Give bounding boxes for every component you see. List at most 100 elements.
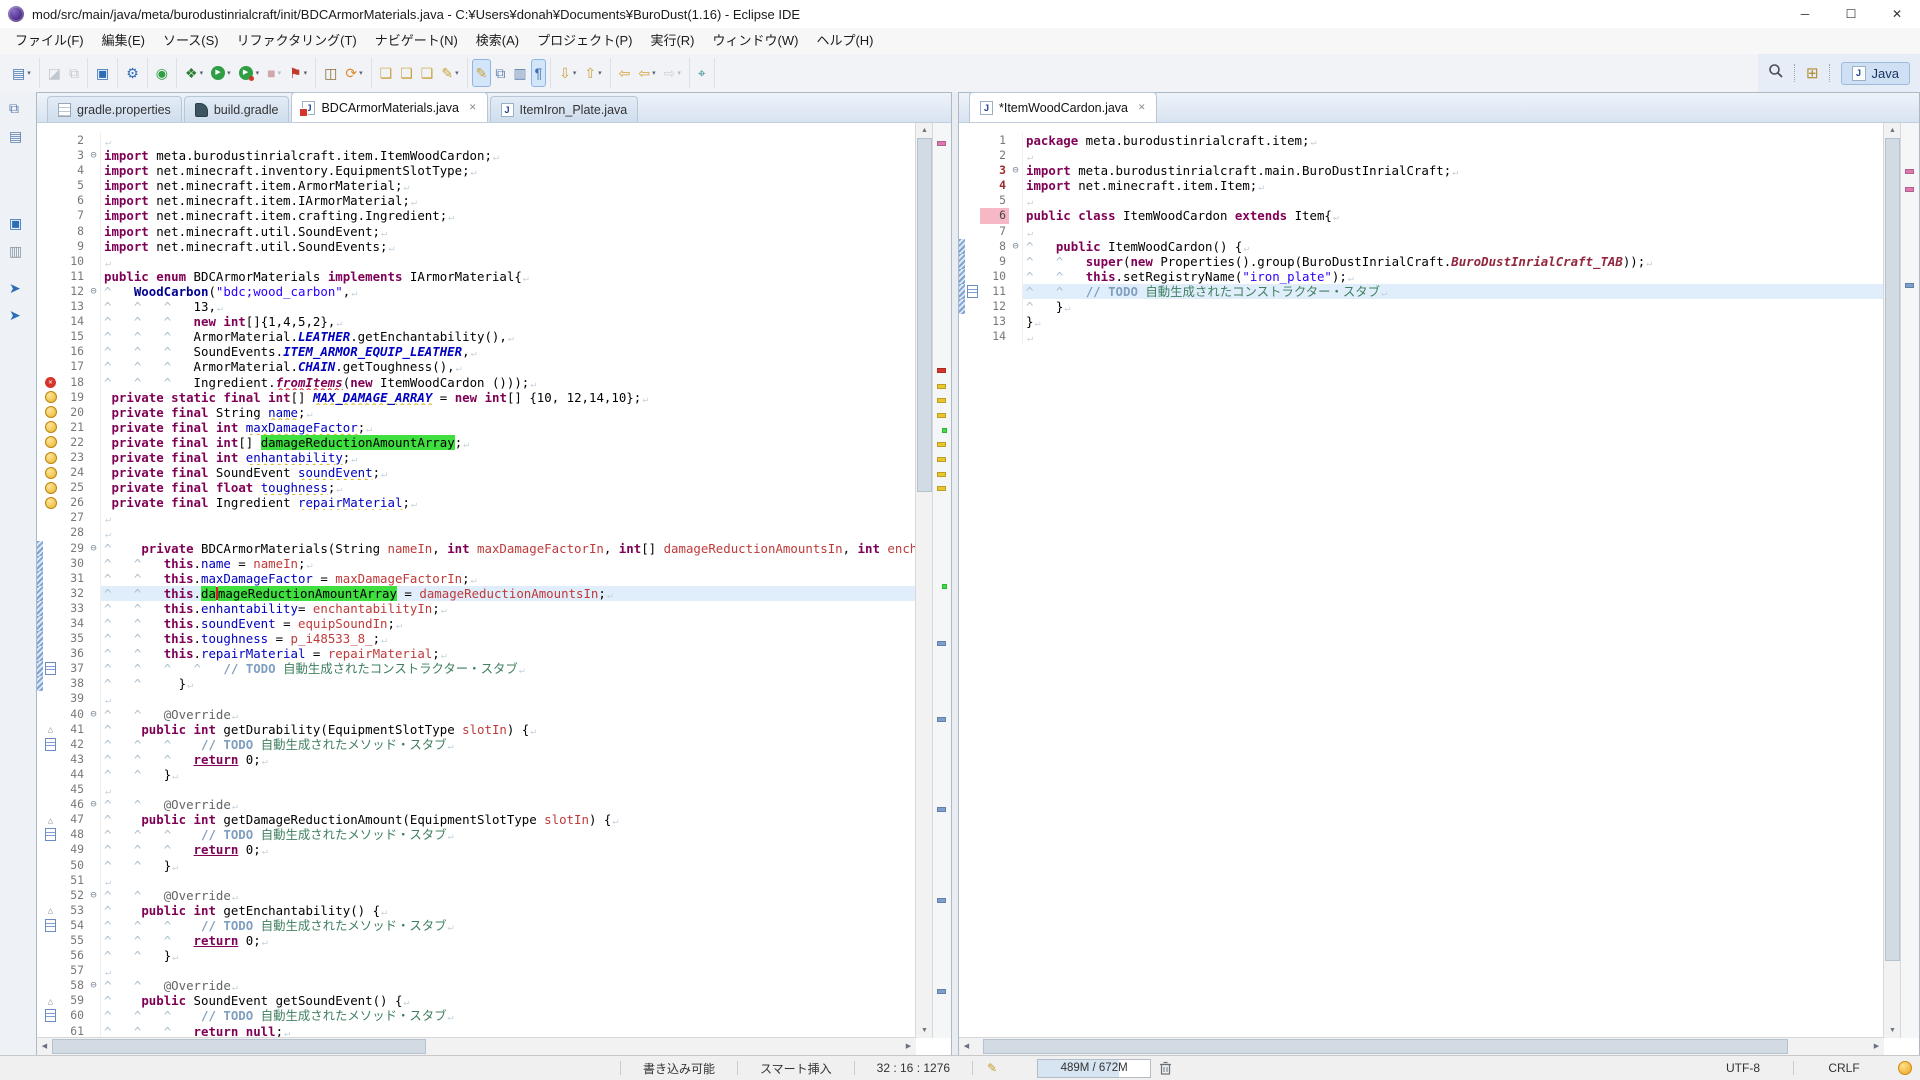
- dropdown-arrow-icon[interactable]: ▾: [573, 69, 577, 77]
- dropdown-arrow-icon[interactable]: ▾: [278, 69, 282, 77]
- new-package-button[interactable]: ◫: [320, 59, 341, 87]
- code-line-46[interactable]: 46⊖^ ^ @Override: [37, 797, 916, 812]
- run-history-button[interactable]: ▶▾: [235, 59, 264, 87]
- code-line-58[interactable]: 58⊖^ ^ @Override: [37, 978, 916, 993]
- code-line-7[interactable]: 7import net.minecraft.item.crafting.Ingr…: [37, 208, 916, 223]
- code-line-4[interactable]: 4import net.minecraft.item.Item;: [959, 178, 1884, 193]
- fold-collapse-icon[interactable]: ⊖: [87, 707, 101, 722]
- menu-item-6[interactable]: プロジェクト(P): [528, 28, 641, 54]
- save-all-button[interactable]: ⧉: [65, 59, 83, 87]
- overview-marker[interactable]: [937, 717, 946, 722]
- tab--itemwoodcardon-java[interactable]: J*ItemWoodCardon.java✕: [969, 92, 1157, 122]
- build-all-button[interactable]: ⚙: [122, 59, 143, 87]
- scroll-left-icon[interactable]: ◀: [959, 1038, 974, 1055]
- code-line-10[interactable]: 10^ ^ this.setRegistryName("iron_plate")…: [959, 269, 1884, 284]
- overview-marker[interactable]: [937, 807, 946, 812]
- new-wizard-button[interactable]: ▤▾: [8, 59, 35, 87]
- scroll-down-icon[interactable]: ▼: [1884, 1023, 1901, 1038]
- task-marker-icon[interactable]: [45, 662, 56, 675]
- type-hierarchy-button[interactable]: ❏: [396, 59, 417, 87]
- code-line-56[interactable]: 56^ ^ }: [37, 948, 916, 963]
- dropdown-arrow-icon[interactable]: ▾: [304, 69, 308, 77]
- prev-annotation-button[interactable]: ⇧▾: [580, 59, 605, 87]
- menu-item-8[interactable]: ウィンドウ(W): [704, 28, 808, 54]
- menu-item-4[interactable]: ナビゲート(N): [366, 28, 467, 54]
- notification-bulb-icon[interactable]: [1898, 1061, 1912, 1075]
- run-button[interactable]: ▶▾: [207, 59, 235, 87]
- code-line-21[interactable]: 21 private final int maxDamageFactor;: [37, 420, 916, 435]
- code-line-34[interactable]: 34^ ^ this.soundEvent = equipSoundIn;: [37, 616, 916, 631]
- code-line-20[interactable]: 20 private final String name;: [37, 405, 916, 420]
- code-line-61[interactable]: 61^ ^ ^ return null;: [37, 1024, 916, 1038]
- status-encoding[interactable]: UTF-8: [1693, 1061, 1793, 1075]
- menu-item-7[interactable]: 実行(R): [641, 28, 703, 54]
- status-line-ending[interactable]: CRLF: [1794, 1061, 1894, 1075]
- code-line-3[interactable]: 3⊖import meta.burodustinrialcraft.item.I…: [37, 148, 916, 163]
- code-line-2[interactable]: 2: [959, 148, 1884, 163]
- overview-marker[interactable]: [937, 898, 946, 903]
- overview-marker[interactable]: [937, 486, 946, 491]
- fold-collapse-icon[interactable]: ⊖: [87, 888, 101, 903]
- open-perspective-icon[interactable]: ⊞: [1806, 64, 1819, 82]
- console-view-icon[interactable]: ▣: [9, 215, 22, 231]
- restore-view-icon[interactable]: ⧉: [9, 100, 19, 116]
- code-line-14[interactable]: 14: [959, 329, 1884, 344]
- scrollbar-thumb[interactable]: [983, 1039, 1789, 1054]
- tasks-view-icon[interactable]: ▥: [9, 243, 22, 259]
- debug-button[interactable]: ❖▾: [181, 59, 207, 87]
- task-marker-icon[interactable]: [45, 919, 56, 932]
- code-line-35[interactable]: 35^ ^ this.toughness = p_i48533_8_;: [37, 631, 916, 646]
- mark-wand-button[interactable]: ✎▾: [437, 59, 462, 87]
- pin-editor-button[interactable]: ⌖: [694, 59, 710, 87]
- code-line-41[interactable]: 41^ public int getDurability(EquipmentSl…: [37, 722, 916, 737]
- code-line-57[interactable]: 57: [37, 963, 916, 978]
- open-view-icon[interactable]: ▤: [9, 128, 22, 144]
- code-line-36[interactable]: 36^ ^ this.repairMaterial = repairMateri…: [37, 646, 916, 661]
- profile-button[interactable]: ⚑▾: [285, 59, 311, 87]
- save-button[interactable]: ◪: [44, 59, 65, 87]
- menu-item-3[interactable]: リファクタリング(T): [228, 28, 366, 54]
- overview-marker[interactable]: [937, 413, 946, 418]
- code-line-53[interactable]: 53^ public int getEnchantability() {: [37, 903, 916, 918]
- task-marker-icon[interactable]: [45, 738, 56, 751]
- scrollbar-thumb[interactable]: [917, 138, 932, 492]
- fold-collapse-icon[interactable]: ⊖: [1009, 163, 1023, 178]
- menu-item-5[interactable]: 検索(A): [467, 28, 528, 54]
- menu-item-2[interactable]: ソース(S): [154, 28, 228, 54]
- task-marker-icon[interactable]: [45, 828, 56, 841]
- editor-right-horizontal-scrollbar[interactable]: ◀ ▶: [959, 1037, 1884, 1055]
- dropdown-arrow-icon[interactable]: ▾: [677, 69, 681, 77]
- code-line-1[interactable]: 1package meta.burodustinrialcraft.item;: [959, 133, 1884, 148]
- code-line-27[interactable]: 27: [37, 510, 916, 525]
- menu-item-1[interactable]: 編集(E): [93, 28, 154, 54]
- code-line-10[interactable]: 10: [37, 254, 916, 269]
- code-line-22[interactable]: 22 private final int[] damageReductionAm…: [37, 435, 916, 450]
- dropdown-arrow-icon[interactable]: ▾: [652, 69, 656, 77]
- scrollbar-thumb[interactable]: [52, 1039, 426, 1054]
- close-tab-icon[interactable]: ✕: [1138, 102, 1146, 113]
- code-line-33[interactable]: 33^ ^ this.enhantability= enchantability…: [37, 601, 916, 616]
- code-line-60[interactable]: 60^ ^ ^ // TODO 自動生成されたメソッド・スタブ: [37, 1008, 916, 1023]
- warning-bulb-icon[interactable]: [45, 467, 57, 479]
- code-line-37[interactable]: 37^ ^ ^ ^ // TODO 自動生成されたコンストラクター・スタブ: [37, 661, 916, 676]
- overview-marker[interactable]: [937, 641, 946, 646]
- code-line-51[interactable]: 51: [37, 873, 916, 888]
- code-line-54[interactable]: 54^ ^ ^ // TODO 自動生成されたメソッド・スタブ: [37, 918, 916, 933]
- last-edit-location-button[interactable]: ⇦: [615, 59, 635, 87]
- code-line-13[interactable]: 13}: [959, 314, 1884, 329]
- fold-collapse-icon[interactable]: ⊖: [87, 284, 101, 299]
- fold-collapse-icon[interactable]: ⊖: [87, 148, 101, 163]
- fold-collapse-icon[interactable]: ⊖: [87, 978, 101, 993]
- code-line-29[interactable]: 29⊖^ private BDCArmorMaterials(String na…: [37, 541, 916, 556]
- code-line-28[interactable]: 28: [37, 525, 916, 540]
- warning-bulb-icon[interactable]: [45, 391, 57, 403]
- warning-bulb-icon[interactable]: [45, 436, 57, 448]
- scroll-right-icon[interactable]: ▶: [1869, 1038, 1884, 1055]
- code-line-13[interactable]: 13^ ^ ^ 13,: [37, 299, 916, 314]
- task-marker-icon[interactable]: [45, 1009, 56, 1022]
- code-line-50[interactable]: 50^ ^ }: [37, 858, 916, 873]
- fold-collapse-icon[interactable]: ⊖: [87, 541, 101, 556]
- code-line-19[interactable]: 19 private static final int[] MAX_DAMAGE…: [37, 390, 916, 405]
- dropdown-arrow-icon[interactable]: ▾: [598, 69, 602, 77]
- code-line-5[interactable]: 5import net.minecraft.item.ArmorMaterial…: [37, 178, 916, 193]
